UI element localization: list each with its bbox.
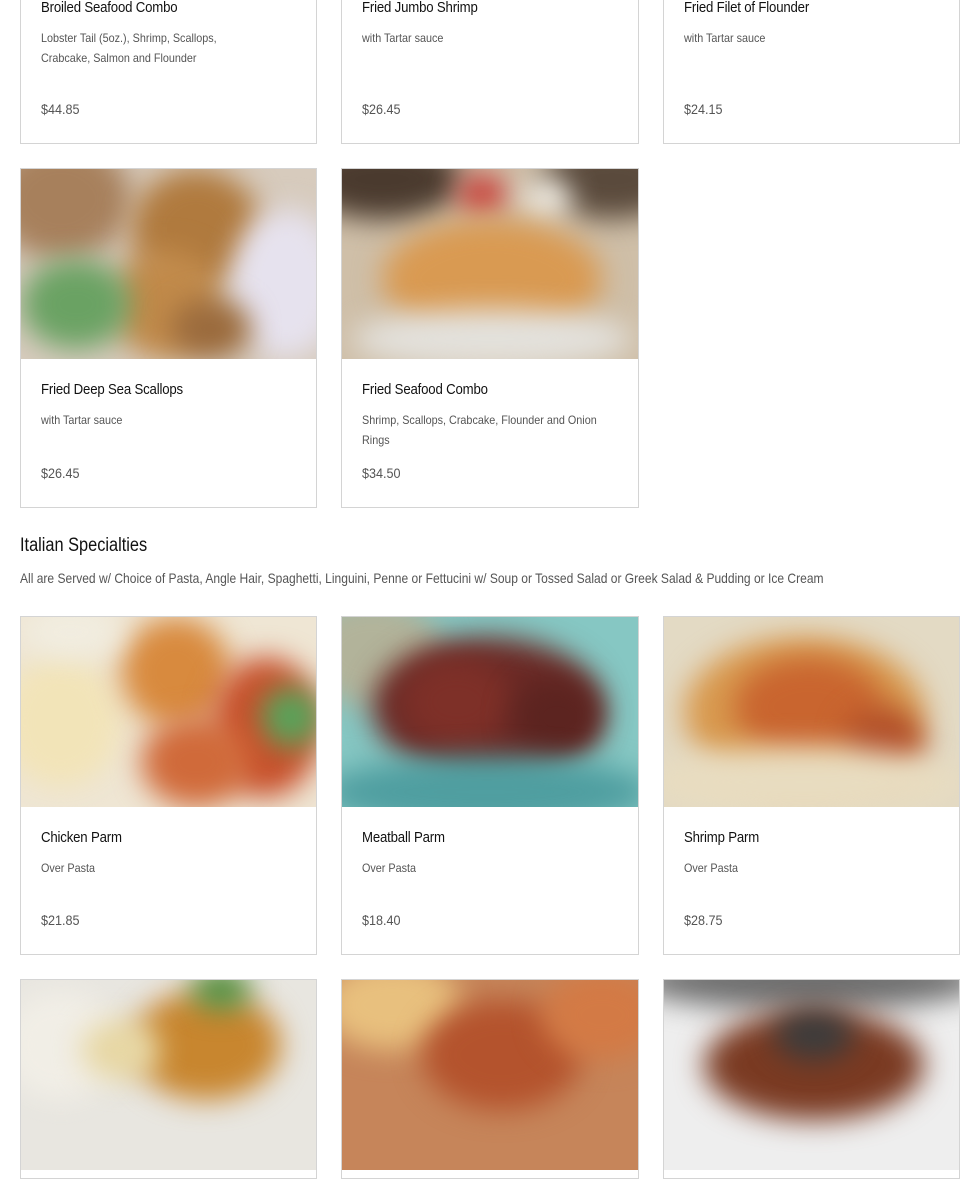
menu-item-price: $21.85 bbox=[41, 912, 80, 928]
menu-item-photo bbox=[342, 617, 638, 807]
menu-item-description: with Tartar sauce bbox=[684, 31, 766, 45]
menu-item-card[interactable]: Meatball Parm Over Pasta $18.40 bbox=[341, 616, 639, 955]
menu-item-name: Meatball Parm bbox=[362, 829, 445, 846]
section-subtitle: All are Served w/ Choice of Pasta, Angle… bbox=[20, 570, 824, 586]
menu-item-photo bbox=[21, 617, 316, 807]
menu-item-name: Fried Deep Sea Scallops bbox=[41, 381, 183, 398]
menu-item-card[interactable]: Chicken Parm Over Pasta $21.85 bbox=[20, 616, 317, 955]
menu-item-name: Fried Jumbo Shrimp bbox=[362, 0, 478, 16]
menu-item-price: $34.50 bbox=[362, 465, 401, 481]
menu-item-price: $24.15 bbox=[684, 101, 723, 117]
menu-item-card[interactable]: Fried Seafood Combo Shrimp, Scallops, Cr… bbox=[341, 168, 639, 508]
menu-item-card[interactable] bbox=[20, 979, 317, 1179]
menu-item-price: $26.45 bbox=[41, 465, 80, 481]
menu-item-photo bbox=[21, 980, 316, 1170]
menu-item-name: Fried Filet of Flounder bbox=[684, 0, 810, 16]
menu-item-card[interactable]: Fried Deep Sea Scallops with Tartar sauc… bbox=[20, 168, 317, 508]
menu-item-price: $44.85 bbox=[41, 101, 80, 117]
menu-item-photo bbox=[664, 980, 959, 1170]
menu-item-name: Broiled Seafood Combo bbox=[41, 0, 178, 16]
menu-item-price: $18.40 bbox=[362, 912, 401, 928]
menu-item-price: $26.45 bbox=[362, 101, 401, 117]
menu-item-description: Over Pasta bbox=[684, 861, 739, 875]
menu-item-description: Lobster Tail (5oz.), Shrimp, Scallops, C… bbox=[41, 31, 217, 65]
section-title: Italian Specialties bbox=[20, 535, 148, 556]
menu-item-card[interactable]: Broiled Seafood Combo Lobster Tail (5oz.… bbox=[20, 0, 317, 144]
menu-item-description: Over Pasta bbox=[362, 861, 417, 875]
menu-item-description: Over Pasta bbox=[41, 861, 96, 875]
menu-item-description: Shrimp, Scallops, Crabcake, Flounder and… bbox=[362, 413, 597, 447]
menu-item-description: with Tartar sauce bbox=[362, 31, 444, 45]
menu-item-photo bbox=[664, 617, 959, 807]
menu-item-photo bbox=[342, 169, 638, 359]
menu-item-name: Fried Seafood Combo bbox=[362, 381, 488, 398]
menu-item-description: with Tartar sauce bbox=[41, 413, 123, 427]
menu-item-name: Shrimp Parm bbox=[684, 829, 760, 846]
menu-item-card[interactable]: Fried Filet of Flounder with Tartar sauc… bbox=[663, 0, 960, 144]
menu-item-name: Chicken Parm bbox=[41, 829, 122, 846]
menu-item-card[interactable]: Shrimp Parm Over Pasta $28.75 bbox=[663, 616, 960, 955]
menu-item-photo bbox=[342, 980, 638, 1170]
menu-item-card[interactable]: Fried Jumbo Shrimp with Tartar sauce $26… bbox=[341, 0, 639, 144]
menu-item-card[interactable] bbox=[341, 979, 639, 1179]
menu-item-price: $28.75 bbox=[684, 912, 723, 928]
menu-item-photo bbox=[21, 169, 316, 359]
menu-item-card[interactable] bbox=[663, 979, 960, 1179]
